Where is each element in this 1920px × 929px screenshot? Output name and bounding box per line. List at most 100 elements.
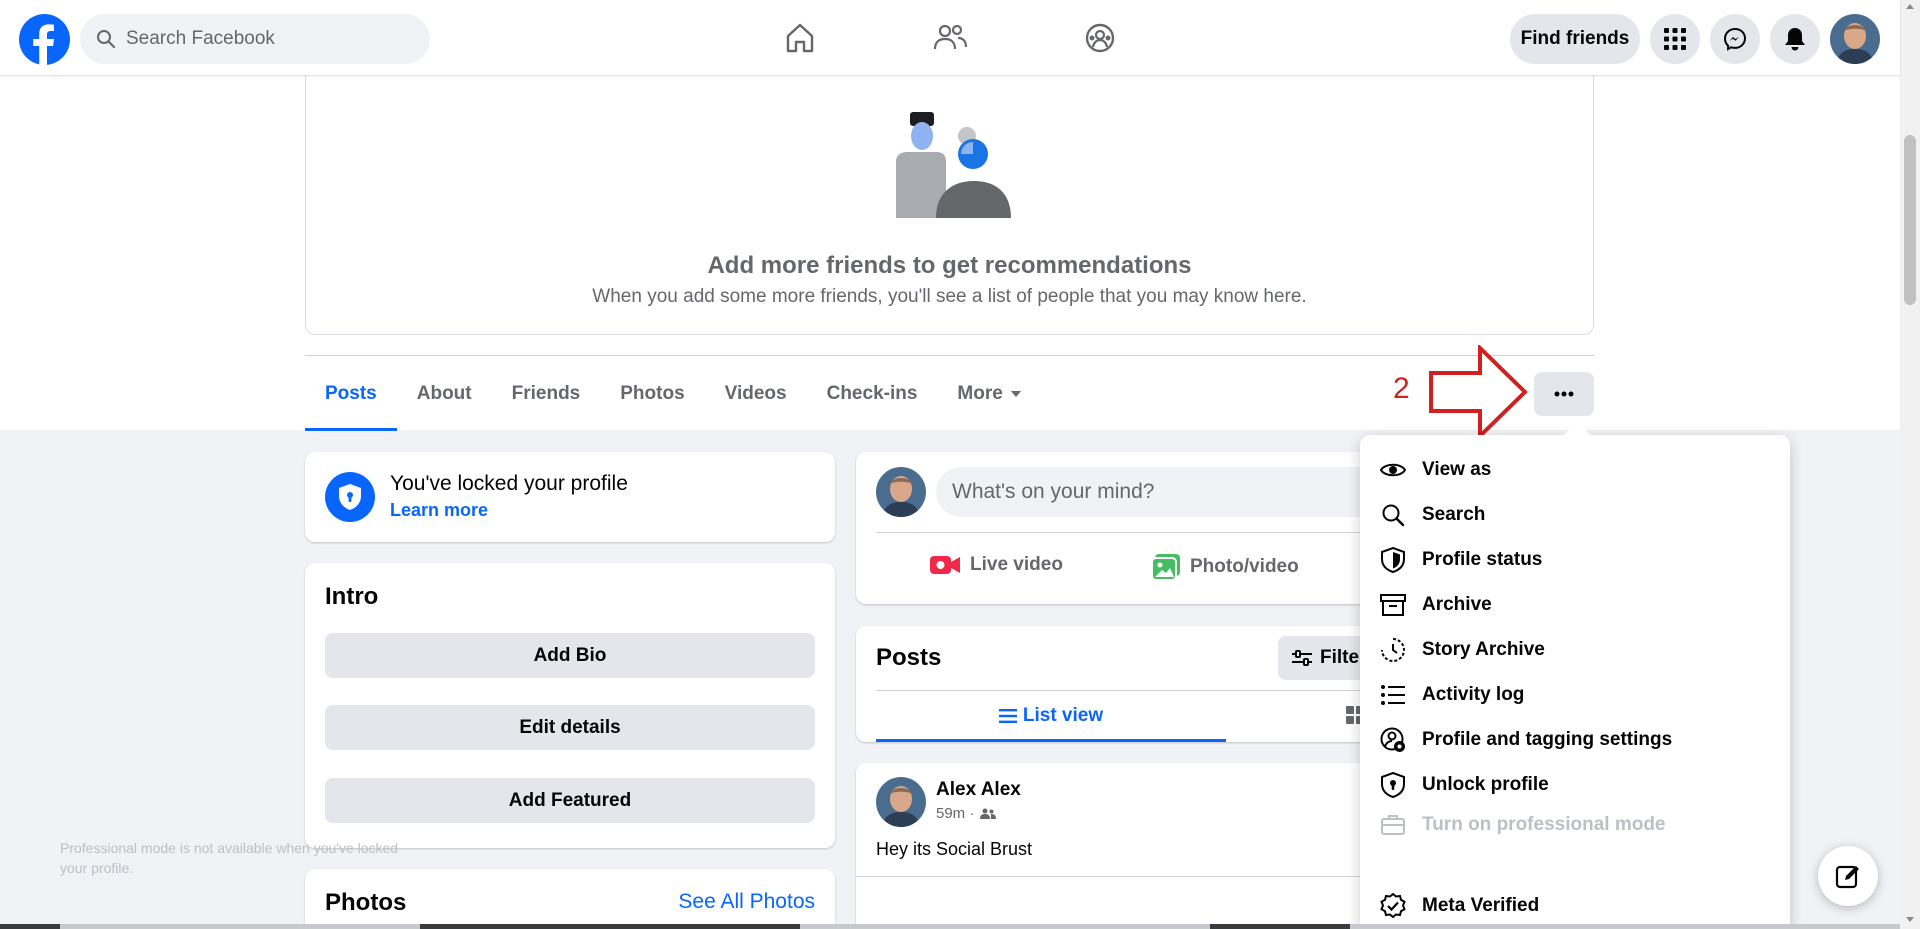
groups-icon[interactable] [1080,18,1120,58]
home-icon[interactable] [780,18,820,58]
eye-icon [1380,457,1406,483]
photo-video-button[interactable]: Photo/video [1152,554,1299,580]
list-view-icon [998,709,1017,723]
scroll-up-arrow-icon[interactable] [1906,4,1914,9]
menu-item-search[interactable]: Search [1380,502,1485,528]
edit-details-button[interactable]: Edit details [325,705,815,750]
photos-card: Photos See All Photos [305,869,835,929]
annotation-arrow-icon [1428,345,1528,439]
post-text: Hey its Social Brust [876,839,1033,859]
live-video-label: Live video [970,554,1063,575]
people-illustration-icon [896,112,1011,218]
see-all-photos-link[interactable]: See All Photos [678,890,815,914]
posts-section-card: Posts Filter List view [856,626,1418,742]
menu-item-meta-verified[interactable]: Meta Verified [1380,893,1539,919]
scrollbar-thumb[interactable] [1904,135,1916,305]
page-scrollbar[interactable] [1900,0,1920,929]
post-time[interactable]: 59m · [936,805,974,822]
dropdown-pointer [1563,420,1591,436]
menu-item-professional-mode: Turn on professional mode [1380,812,1666,838]
find-friends-button[interactable]: Find friends [1510,14,1640,64]
post-author[interactable]: Alex Alex [936,779,1021,801]
profile-settings-icon [1380,727,1406,753]
briefcase-icon [1380,812,1406,838]
locked-profile-card: You've locked your profile Learn more [305,452,835,542]
menu-grid-icon[interactable] [1650,14,1700,64]
add-bio-button[interactable]: Add Bio [325,633,815,678]
ellipsis-icon [1554,391,1574,397]
search-icon [1380,502,1406,528]
intro-title: Intro [325,583,379,610]
photo-video-label: Photo/video [1190,556,1299,577]
tab-check-ins[interactable]: Check-ins [807,357,938,431]
locked-profile-title: You've locked your profile [390,472,628,495]
post-meta: 59m · [936,805,997,822]
annotation-step-number: 2 [1393,372,1410,405]
facebook-logo-icon[interactable] [19,14,70,65]
tab-videos[interactable]: Videos [705,357,807,431]
shield-icon [1380,547,1406,573]
tab-photos[interactable]: Photos [600,357,704,431]
taskbar-segment [420,924,800,929]
archive-icon [1380,592,1406,618]
compose-icon [1835,865,1859,889]
search-placeholder: Search Facebook [126,28,275,49]
taskbar-strip [0,924,1900,929]
story-archive-icon [1380,637,1406,663]
messenger-icon[interactable] [1710,14,1760,64]
live-video-icon [930,556,960,574]
list-icon [1380,682,1406,708]
unlock-shield-icon [1380,772,1406,798]
add-featured-button[interactable]: Add Featured [325,778,815,823]
top-navigation-bar: Search Facebook Find friends [0,0,1900,75]
intro-card: Intro Add Bio Edit details Add Featured [305,563,835,848]
filters-icon [1292,650,1312,666]
learn-more-link[interactable]: Learn more [390,500,488,521]
tab-friends[interactable]: Friends [492,357,601,431]
new-message-button[interactable] [1818,846,1878,906]
friend-recommendations-card: Add more friends to get recommendations … [305,60,1594,335]
tab-about[interactable]: About [397,357,492,431]
posts-title: Posts [876,644,942,671]
avatar[interactable] [876,467,926,517]
avatar[interactable] [876,777,926,827]
more-options-button[interactable] [1534,372,1594,416]
menu-item-profile-tagging-settings[interactable]: Profile and tagging settings [1380,727,1672,753]
search-icon [96,29,116,49]
lock-shield-icon [325,472,375,522]
post-card: Alex Alex 59m · Hey its Social Brust [856,763,1416,929]
tab-more-label: More [957,383,1003,404]
taskbar-segment [1210,924,1350,929]
composer-divider [876,532,1416,533]
profile-options-dropdown: View as Search Profile status Archive St… [1360,435,1790,929]
search-input[interactable]: Search Facebook [80,14,430,64]
menu-item-unlock-profile[interactable]: Unlock profile [1380,772,1549,798]
live-video-button[interactable]: Live video [930,554,1063,576]
caret-down-icon [1010,391,1021,397]
menu-item-archive[interactable]: Archive [1380,592,1492,618]
menu-item-activity-log[interactable]: Activity log [1380,682,1524,708]
friends-audience-icon [980,808,997,819]
friends-icon[interactable] [930,18,970,58]
tab-posts[interactable]: Posts [305,357,397,431]
post-divider [856,876,1416,877]
scroll-down-arrow-icon[interactable] [1906,917,1914,922]
recommendations-title: Add more friends to get recommendations [707,252,1192,279]
menu-item-view-as[interactable]: View as [1380,457,1491,483]
list-view-tab[interactable]: List view [876,690,1226,742]
verified-badge-icon [1380,893,1406,919]
recommendations-subtitle: When you add some more friends, you'll s… [592,286,1307,307]
whats-on-your-mind-input[interactable]: What's on your mind? [936,467,1406,517]
professional-mode-note: Professional mode is not available when … [60,840,399,876]
post-composer: What's on your mind? Live video Photo/vi… [856,452,1416,604]
notifications-icon[interactable] [1770,14,1820,64]
profile-avatar[interactable] [1830,14,1880,64]
list-view-label: List view [1022,705,1104,726]
tabs-divider [305,355,1594,356]
menu-item-story-archive[interactable]: Story Archive [1380,637,1545,663]
taskbar-segment [0,924,60,929]
menu-item-profile-status[interactable]: Profile status [1380,547,1542,573]
photo-video-icon [1152,554,1180,580]
photos-title: Photos [325,889,407,916]
tab-more[interactable]: More [937,357,1040,431]
